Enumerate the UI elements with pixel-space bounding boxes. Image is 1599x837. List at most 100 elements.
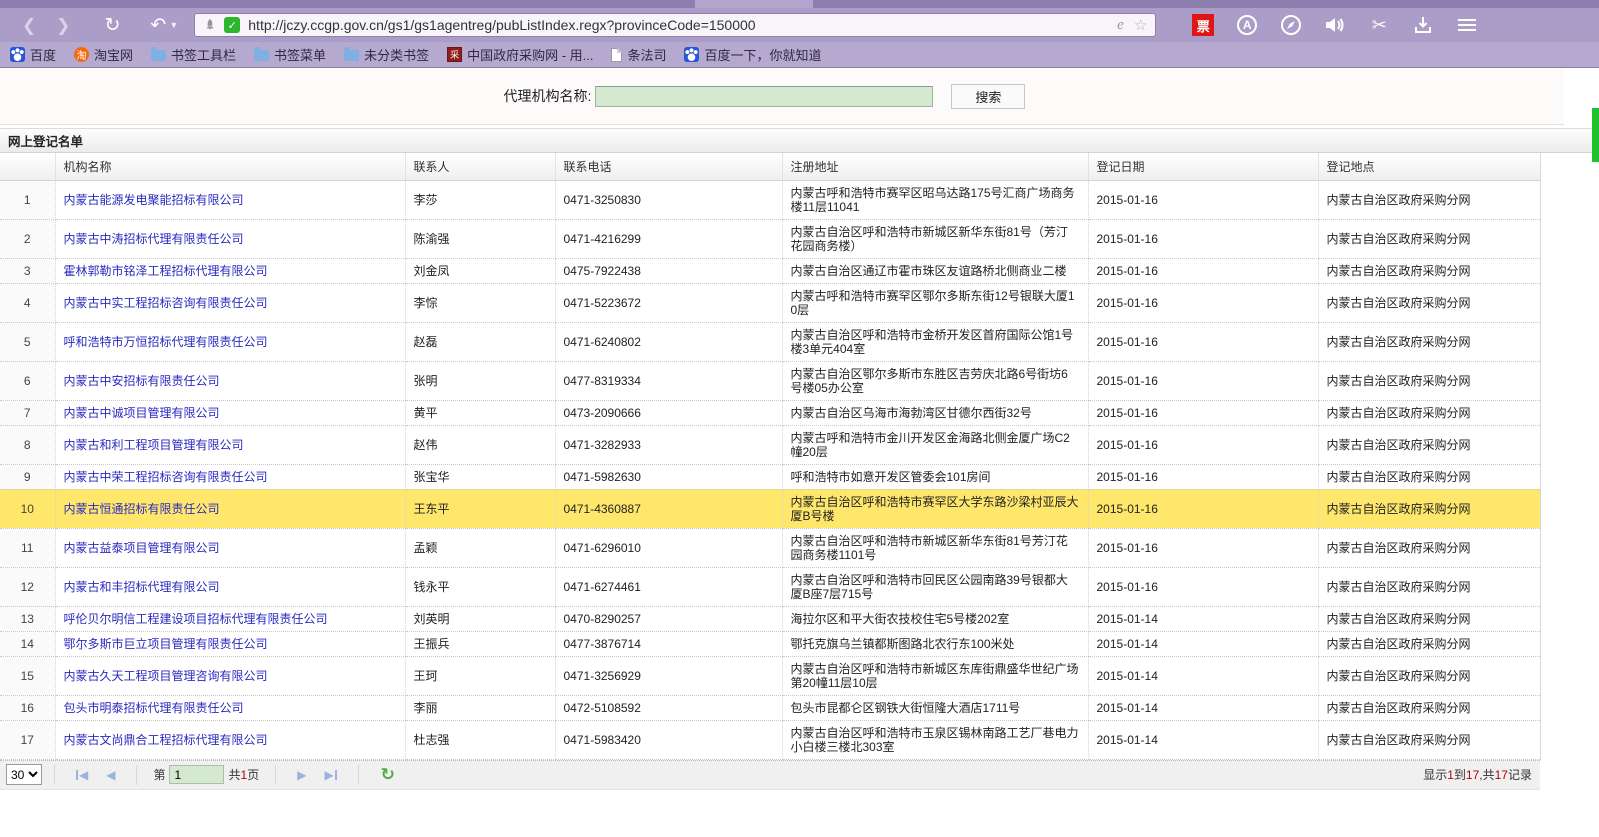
next-page-button[interactable]: ▶ [297, 768, 306, 782]
back-icon[interactable]: ❮ [22, 17, 36, 34]
bookmark-item[interactable]: 未分类书签 [344, 45, 429, 64]
table-row[interactable]: 7内蒙古中诚项目管理有限公司黄平0473-2090666内蒙古自治区乌海市海勃湾… [0, 400, 1540, 425]
ticket-extension-icon[interactable]: 票 [1188, 14, 1218, 36]
row-number-cell: 16 [0, 695, 55, 720]
search-button[interactable]: 搜索 [951, 84, 1025, 109]
org-name-link[interactable]: 鄂尔多斯市巨立项目管理有限责任公司 [64, 637, 268, 651]
table-row[interactable]: 9内蒙古中荣工程招标咨询有限责任公司张宝华0471-5982630呼和浩特市如意… [0, 464, 1540, 489]
address-cell: 内蒙古自治区呼和浩特市金桥开发区首府国际公馆1号楼3单元404室 [782, 322, 1088, 361]
org-name-link[interactable]: 内蒙古文尚鼎合工程招标代理有限公司 [64, 733, 268, 747]
browser-toolbar: ❮ ❯ ↻ ↶ ▼ ✓ http://jczy.ccgp.gov.cn/gs1/… [0, 8, 1599, 42]
bookmark-item[interactable]: 书签工具栏 [151, 45, 236, 64]
table-row[interactable]: 11内蒙古益泰项目管理有限公司孟颖0471-6296010内蒙古自治区呼和浩特市… [0, 528, 1540, 567]
menu-icon[interactable] [1452, 19, 1482, 31]
date-cell: 2015-01-16 [1088, 322, 1318, 361]
reload-icon[interactable]: ↻ [105, 16, 121, 35]
org-name-link[interactable]: 霍林郭勒市铭泽工程招标代理有限公司 [64, 264, 268, 278]
org-name-link[interactable]: 内蒙古中涛招标代理有限责任公司 [64, 232, 244, 246]
bookmark-item[interactable]: 条法司 [611, 45, 666, 64]
row-number-header[interactable] [0, 153, 55, 180]
table-row[interactable]: 17内蒙古文尚鼎合工程招标代理有限公司杜志强0471-5983420内蒙古自治区… [0, 720, 1540, 759]
bookmark-item[interactable]: 淘淘宝网 [74, 45, 133, 64]
table-row[interactable]: 5呼和浩特市万恒招标代理有限责任公司赵磊0471-6240802内蒙古自治区呼和… [0, 322, 1540, 361]
phone-cell: 0475-7922438 [555, 258, 782, 283]
org-name-link[interactable]: 呼和浩特市万恒招标代理有限责任公司 [64, 335, 268, 349]
hamburger-glyph [1458, 19, 1476, 31]
page-number-input[interactable] [169, 765, 224, 784]
org-name-link[interactable]: 内蒙古和丰招标代理有限公司 [64, 580, 220, 594]
org-name-link[interactable]: 内蒙古和利工程项目管理有限公司 [64, 438, 244, 452]
contact-cell: 黄平 [405, 400, 555, 425]
active-tab[interactable] [695, 0, 813, 8]
phone-cell: 0470-8290257 [555, 606, 782, 631]
table-row[interactable]: 1内蒙古能源发电聚能招标有限公司李莎0471-3250830内蒙古呼和浩特市赛罕… [0, 180, 1540, 219]
address-cell: 内蒙古呼和浩特市赛罕区鄂尔多斯东街12号银联大厦10层 [782, 283, 1088, 322]
download-icon[interactable] [1408, 15, 1438, 35]
table-row[interactable]: 2内蒙古中涛招标代理有限责任公司陈渝强0471-4216299内蒙古自治区呼和浩… [0, 219, 1540, 258]
date-cell: 2015-01-14 [1088, 656, 1318, 695]
last-page-button[interactable]: ▶ [324, 768, 336, 782]
ie-view-icon[interactable]: e [1117, 17, 1124, 34]
grid-title-bar: 网上登记名单 [0, 128, 1599, 153]
date-cell: 2015-01-16 [1088, 489, 1318, 528]
page-size-select[interactable]: 30 [6, 764, 42, 785]
security-shield-icon[interactable]: ✓ [224, 17, 240, 33]
total-pages-label: 共1页 [228, 766, 259, 783]
forward-icon[interactable]: ❯ [56, 17, 70, 34]
org-name-link[interactable]: 内蒙古中实工程招标咨询有限责任公司 [64, 296, 268, 310]
column-header[interactable]: 登记地点 [1318, 153, 1540, 180]
bookmark-label: 条法司 [627, 45, 666, 64]
prev-page-button[interactable]: ◀ [106, 768, 115, 782]
column-header[interactable]: 联系电话 [555, 153, 782, 180]
bookmark-item[interactable]: 百度一下，你就知道 [684, 45, 821, 64]
org-name-link[interactable]: 内蒙古益泰项目管理有限公司 [64, 541, 220, 555]
org-name-link[interactable]: 内蒙古能源发电聚能招标有限公司 [64, 193, 244, 207]
table-row[interactable]: 10内蒙古恒通招标有限责任公司王东平0471-4360887内蒙古自治区呼和浩特… [0, 489, 1540, 528]
org-name-cell: 内蒙古和丰招标代理有限公司 [55, 567, 405, 606]
url-text[interactable]: http://jczy.ccgp.gov.cn/gs1/gs1agentreg/… [248, 17, 1117, 33]
table-row[interactable]: 16包头市明泰招标代理有限责任公司李丽0472-5108592包头市昆都仑区钢铁… [0, 695, 1540, 720]
compass-icon[interactable] [1276, 14, 1306, 36]
table-row[interactable]: 13呼伦贝尔明信工程建设项目招标代理有限责任公司刘英明0470-8290257海… [0, 606, 1540, 631]
bookmark-item[interactable]: 百度 [10, 45, 56, 64]
agency-name-input[interactable] [595, 86, 933, 107]
address-cell: 内蒙古自治区呼和浩特市新城区新华东街81号（芳汀花园商务楼） [782, 219, 1088, 258]
table-row[interactable]: 15内蒙古久天工程项目管理咨询有限公司王珂0471-3256929内蒙古自治区呼… [0, 656, 1540, 695]
edge-scroll-indicator[interactable] [1592, 108, 1599, 162]
bookmark-item[interactable]: 书签菜单 [254, 45, 326, 64]
compass-glyph [1280, 14, 1302, 36]
org-name-link[interactable]: 包头市明泰招标代理有限责任公司 [64, 701, 244, 715]
org-name-link[interactable]: 内蒙古久天工程项目管理咨询有限公司 [64, 669, 268, 683]
org-name-link[interactable]: 内蒙古中荣工程招标咨询有限责任公司 [64, 470, 268, 484]
bookmark-item[interactable]: 采中国政府采购网 - 用... [447, 45, 593, 64]
table-row[interactable]: 12内蒙古和丰招标代理有限公司钱永平0471-6274461内蒙古自治区呼和浩特… [0, 567, 1540, 606]
date-cell: 2015-01-14 [1088, 695, 1318, 720]
url-bar[interactable]: ✓ http://jczy.ccgp.gov.cn/gs1/gs1agentre… [194, 13, 1156, 37]
table-row[interactable]: 6内蒙古中安招标有限责任公司张明0477-8319334内蒙古自治区鄂尔多斯市东… [0, 361, 1540, 400]
scissors-icon[interactable]: ✂ [1364, 16, 1394, 34]
rocket-icon[interactable] [203, 18, 217, 32]
first-page-button[interactable]: ◀ [76, 768, 88, 782]
table-row[interactable]: 4内蒙古中实工程招标咨询有限责任公司李悰0471-5223672内蒙古呼和浩特市… [0, 283, 1540, 322]
address-cell: 内蒙古自治区呼和浩特市玉泉区锡林南路工艺厂巷电力小白楼三楼北303室 [782, 720, 1088, 759]
contact-cell: 钱永平 [405, 567, 555, 606]
column-header[interactable]: 机构名称 [55, 153, 405, 180]
org-name-link[interactable]: 内蒙古中诚项目管理有限公司 [64, 406, 220, 420]
table-row[interactable]: 3霍林郭勒市铭泽工程招标代理有限公司刘金凤0475-7922438内蒙古自治区通… [0, 258, 1540, 283]
address-cell: 内蒙古自治区通辽市霍市珠区友谊路桥北侧商业二楼 [782, 258, 1088, 283]
org-name-link[interactable]: 呼伦贝尔明信工程建设项目招标代理有限责任公司 [64, 612, 328, 626]
circle-a-icon[interactable]: A [1232, 15, 1262, 35]
column-header[interactable]: 注册地址 [782, 153, 1088, 180]
org-name-cell: 内蒙古恒通招标有限责任公司 [55, 489, 405, 528]
column-header[interactable]: 联系人 [405, 153, 555, 180]
column-header[interactable]: 登记日期 [1088, 153, 1318, 180]
bookmark-star-icon[interactable]: ☆ [1134, 16, 1147, 34]
pager-refresh-icon[interactable]: ↻ [381, 766, 395, 783]
table-row[interactable]: 14鄂尔多斯市巨立项目管理有限责任公司王振兵0477-3876714鄂托克旗乌兰… [0, 631, 1540, 656]
org-name-link[interactable]: 内蒙古恒通招标有限责任公司 [64, 502, 220, 516]
table-row[interactable]: 8内蒙古和利工程项目管理有限公司赵伟0471-3282933内蒙古呼和浩特市金川… [0, 425, 1540, 464]
speaker-icon[interactable] [1320, 15, 1350, 35]
undo-button[interactable]: ↶ ▼ [150, 14, 178, 37]
org-name-link[interactable]: 内蒙古中安招标有限责任公司 [64, 374, 220, 388]
address-cell: 内蒙古自治区呼和浩特市赛罕区大学东路沙梁村亚辰大厦B号楼 [782, 489, 1088, 528]
